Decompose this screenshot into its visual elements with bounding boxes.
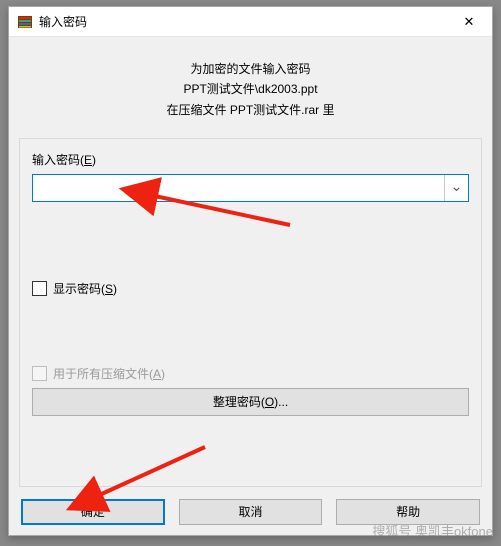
help-button[interactable]: 帮助 [336, 499, 480, 525]
use-for-all-checkbox [32, 366, 47, 381]
show-password-label: 显示密码(S) [53, 280, 117, 297]
use-for-all-label: 用于所有压缩文件(A) [53, 365, 165, 382]
password-input[interactable] [33, 175, 444, 201]
close-button[interactable]: ✕ [446, 7, 492, 37]
close-icon: ✕ [464, 14, 475, 30]
password-label: 输入密码(E) [32, 151, 469, 168]
use-for-all-row: 用于所有压缩文件(A) [32, 365, 469, 382]
main-group: 输入密码(E) ⌄ 显示密码(S) 用于所有压缩文件(A) [19, 138, 482, 487]
client-area: 为加密的文件输入密码 PPT测试文件\dk2003.ppt 在压缩文件 PPT测… [9, 37, 492, 535]
show-password-checkbox[interactable] [32, 281, 47, 296]
dialog-window: 输入密码 ✕ 为加密的文件输入密码 PPT测试文件\dk2003.ppt 在压缩… [8, 6, 493, 536]
prompt-line3: 在压缩文件 PPT测试文件.rar 里 [19, 100, 482, 120]
winrar-icon [17, 14, 33, 30]
prompt-text: 为加密的文件输入密码 PPT测试文件\dk2003.ppt 在压缩文件 PPT测… [19, 59, 482, 120]
password-combobox[interactable]: ⌄ [32, 174, 469, 202]
prompt-line1: 为加密的文件输入密码 [19, 59, 482, 79]
password-dropdown-button[interactable]: ⌄ [444, 175, 468, 201]
prompt-line2: PPT测试文件\dk2003.ppt [19, 79, 482, 99]
window-title: 输入密码 [39, 13, 446, 30]
cancel-button[interactable]: 取消 [179, 499, 323, 525]
chevron-down-icon: ⌄ [451, 179, 463, 193]
show-password-row: 显示密码(S) [32, 280, 469, 297]
button-row: 确定 取消 帮助 [19, 499, 482, 525]
ok-button[interactable]: 确定 [21, 499, 165, 525]
titlebar: 输入密码 ✕ [9, 7, 492, 37]
organize-passwords-button[interactable]: 整理密码(O)... [32, 388, 469, 416]
